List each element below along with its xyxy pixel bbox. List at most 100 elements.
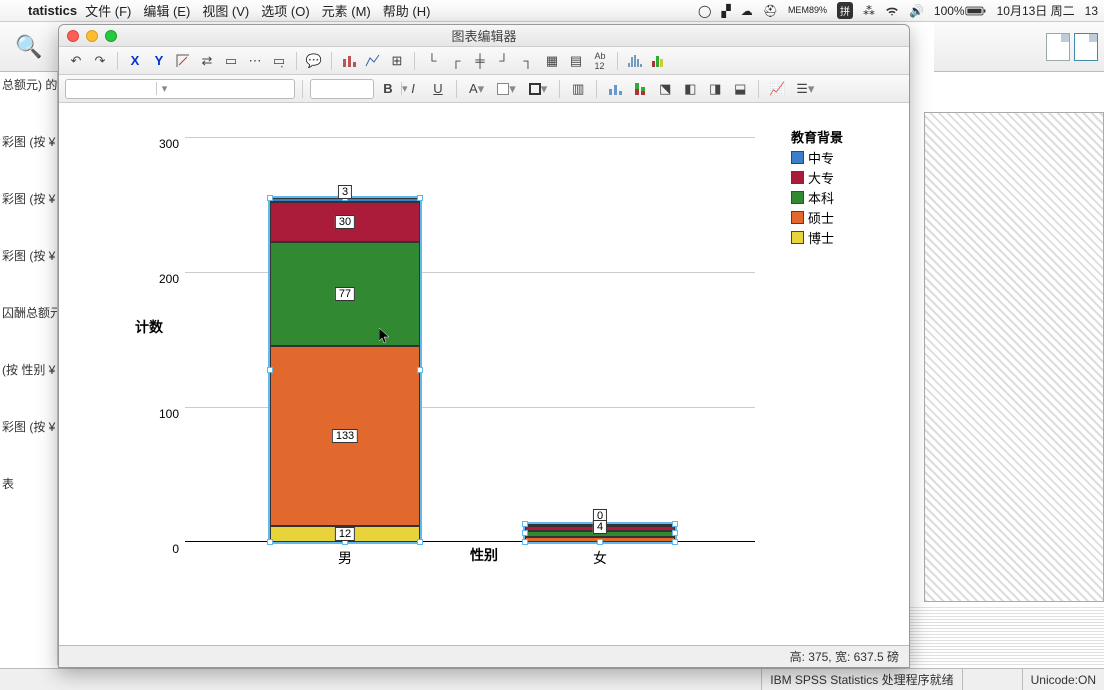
outline-item[interactable]: 表 (2, 475, 55, 492)
text-tool-icon[interactable]: 💬 (303, 50, 325, 72)
line-variant-icon[interactable]: 📈 (766, 78, 788, 100)
transpose-icon[interactable] (172, 50, 194, 72)
spss-statusbar: IBM SPSS Statistics 处理程序就绪 Unicode:ON (0, 668, 1104, 690)
selection-handle[interactable] (267, 195, 273, 201)
stacked-bar-icon[interactable]: ⊞ (386, 50, 408, 72)
menu-options[interactable]: 选项 (O) (261, 1, 309, 20)
props-icon[interactable]: ▭ (220, 50, 242, 72)
status-circle-icon[interactable]: ◯ (698, 4, 711, 18)
data-label[interactable]: 3 (338, 185, 352, 199)
axis-t-icon[interactable]: ┐ (517, 50, 539, 72)
menu-help[interactable]: 帮助 (H) (383, 1, 431, 20)
legend-item[interactable]: 中专 (791, 148, 843, 167)
font-family-select[interactable]: ▾ (65, 79, 295, 99)
status-wifi-icon[interactable] (885, 4, 899, 18)
status-bluetooth-icon[interactable]: ⁂ (863, 4, 875, 18)
menu-file[interactable]: 文件 (F) (85, 1, 131, 20)
data-label[interactable]: 12 (335, 527, 355, 541)
selection-handle[interactable] (522, 521, 528, 527)
data-label-icon[interactable]: Ab12 (589, 50, 611, 72)
outline-item[interactable]: 总额元) 的 (2, 76, 55, 93)
data-label[interactable]: 4 (593, 520, 607, 534)
status-volume-icon[interactable]: 🔊 (909, 4, 924, 18)
outline-item[interactable]: 彩图 (按 ¥ (2, 190, 55, 207)
line-chart-icon[interactable] (362, 50, 384, 72)
chart-canvas[interactable]: 计数 教育背景 中专 大专 本科 硕士 博士 01002003001213377… (59, 103, 909, 645)
bold-icon[interactable]: B (377, 78, 399, 100)
magnifier-icon[interactable]: 🔍 (15, 34, 42, 60)
options-icon[interactable]: ⋯ (244, 50, 266, 72)
select-icon[interactable]: ▭̣ (268, 50, 290, 72)
status-terminal-icon[interactable]: ▞ (721, 4, 730, 18)
fill-color-icon[interactable]: ▾ (492, 78, 521, 100)
legend-item[interactable]: 大专 (791, 168, 843, 187)
data-label[interactable]: 133 (332, 429, 358, 443)
bar-variant3-icon[interactable]: ◧ (679, 78, 701, 100)
menu-edit[interactable]: 编辑 (E) (143, 1, 190, 20)
hist-icon[interactable] (624, 50, 646, 72)
bar-variant4-icon[interactable]: ◨ (704, 78, 726, 100)
grid-major-icon[interactable]: ▦ (541, 50, 563, 72)
app-name[interactable]: tatistics (28, 3, 77, 18)
x-axis-label[interactable]: 性别 (65, 545, 903, 565)
outline-item[interactable]: 彩图 (按 ¥ (2, 247, 55, 264)
axis-l-icon[interactable]: └ (421, 50, 443, 72)
legend[interactable]: 教育背景 中专 大专 本科 硕士 博士 (791, 127, 843, 248)
grid-minor-icon[interactable]: ▤ (565, 50, 587, 72)
selection-handle[interactable] (417, 195, 423, 201)
data-label[interactable]: 77 (335, 287, 355, 301)
output-outline-panel[interactable]: 总额元) 的 彩图 (按 ¥ 彩图 (按 ¥ 彩图 (按 ¥ 囚酬总额元 (按 … (0, 72, 58, 665)
y-axis-icon[interactable]: Y (148, 50, 170, 72)
x-axis-icon[interactable]: X (124, 50, 146, 72)
legend-swatch (791, 211, 804, 224)
italic-icon[interactable]: I (402, 78, 424, 100)
bar-variant1-icon[interactable] (604, 78, 626, 100)
chart-type-bar-icon[interactable]: ▥ (567, 78, 589, 100)
hist-stack-icon[interactable] (648, 50, 670, 72)
status-mem-icon[interactable]: MEM89% (788, 6, 827, 15)
selection-handle[interactable] (672, 521, 678, 527)
doc-icon[interactable] (1046, 33, 1070, 61)
extra-dropdown-icon[interactable]: ☰ ▾ (791, 78, 819, 100)
outline-item[interactable]: 彩图 (按 ¥ (2, 133, 55, 150)
legend-item[interactable]: 本科 (791, 188, 843, 207)
font-color-icon[interactable]: A ▾ (464, 78, 489, 100)
font-size-select[interactable]: ▾ (310, 79, 374, 99)
axis-grid-icon[interactable]: ╪ (469, 50, 491, 72)
menu-elements[interactable]: 元素 (M) (322, 1, 371, 20)
outline-item[interactable]: (按 性别 ¥ (2, 361, 55, 378)
editor-titlebar[interactable]: 图表编辑器 (59, 25, 909, 47)
selection-handle[interactable] (672, 530, 678, 536)
bar-stacked-icon[interactable] (629, 78, 651, 100)
data-label[interactable]: 30 (335, 215, 355, 229)
y-axis-label[interactable]: 计数 (135, 317, 163, 337)
outline-item[interactable]: 囚酬总额元 (2, 304, 55, 321)
undo-icon[interactable]: ↶ (65, 50, 87, 72)
selection-handle[interactable] (267, 367, 273, 373)
status-cloud-icon[interactable]: ☁ (741, 4, 753, 18)
bar-column[interactable] (270, 198, 420, 542)
axis-b-icon[interactable]: ┌ (445, 50, 467, 72)
border-color-icon[interactable]: ▾ (524, 78, 553, 100)
redo-icon[interactable]: ↷ (89, 50, 111, 72)
outline-item[interactable]: 彩图 (按 ¥ (2, 418, 55, 435)
underline-icon[interactable]: U (427, 78, 449, 100)
axis-r-icon[interactable]: ┘ (493, 50, 515, 72)
selection-handle[interactable] (417, 367, 423, 373)
status-hat-icon[interactable]: ⛑ (763, 4, 778, 18)
selection-handle[interactable] (522, 530, 528, 536)
bar-variant2-icon[interactable]: ⬔ (654, 78, 676, 100)
status-battery[interactable]: 100% (934, 4, 987, 18)
status-date[interactable]: 10月13日 周二 (997, 2, 1075, 19)
bar-variant5-icon[interactable]: ⬓ (729, 78, 751, 100)
selected-chart-frame[interactable] (924, 112, 1104, 602)
menu-view[interactable]: 视图 (V) (202, 1, 249, 20)
doc-icon[interactable] (1074, 33, 1098, 61)
legend-item[interactable]: 硕士 (791, 208, 843, 227)
plot-area[interactable]: 01002003001213377303男0444女 (185, 137, 755, 542)
bar-chart-icon[interactable] (338, 50, 360, 72)
legend-item[interactable]: 博士 (791, 228, 843, 247)
swap-icon[interactable]: ⇄ (196, 50, 218, 72)
status-time[interactable]: 13 (1085, 4, 1098, 18)
status-input-icon[interactable]: 拼 (837, 2, 853, 19)
